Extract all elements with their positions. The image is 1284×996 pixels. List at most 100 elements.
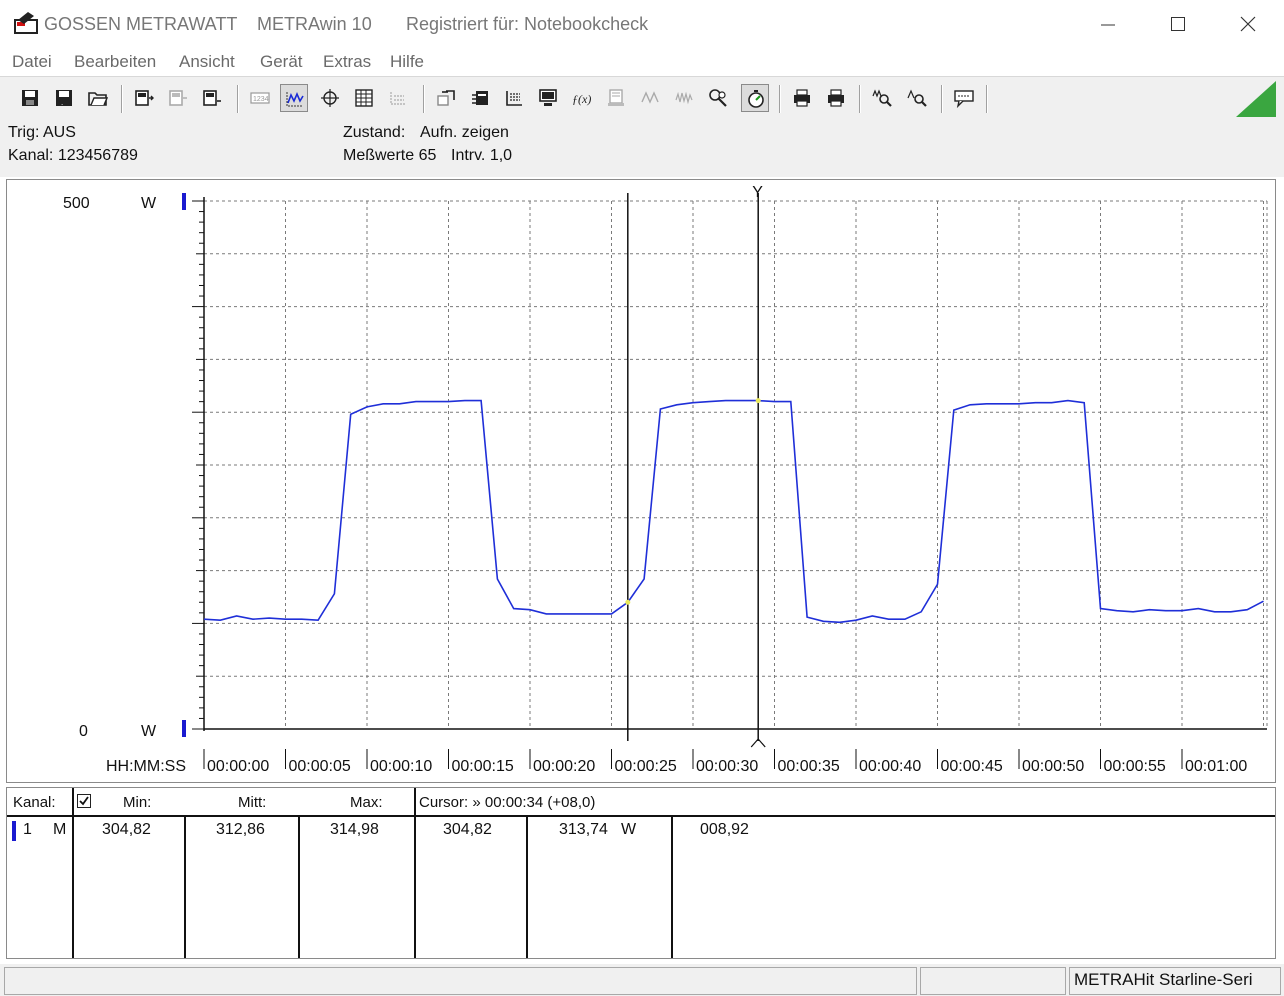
list-view-button[interactable]: [384, 84, 412, 112]
noise-disabled-icon: [675, 91, 693, 105]
x-tick-label: 00:00:00: [207, 758, 269, 775]
wave-button[interactable]: [636, 84, 664, 112]
row-mode: M: [53, 821, 67, 838]
chart-panel[interactable]: 500 W 0 W HH:MM:SS 00:00:00 00:00:05 00:00…: [6, 179, 1276, 783]
row-unit: W: [621, 821, 637, 838]
toolbar-separator: [237, 85, 239, 113]
header-min: Min:: [123, 794, 152, 811]
x-tick-label: 00:00:50: [1022, 758, 1084, 775]
device-print-disabled-icon: [608, 89, 624, 106]
power-chart[interactable]: 500 W 0 W HH:MM:SS 00:00:00 00:00:05 00:00…: [7, 180, 1275, 782]
chart-view-button[interactable]: [280, 84, 308, 112]
trigger-status: Trig: AUS: [8, 124, 76, 141]
interval-value: Intrv. 1,0: [451, 147, 513, 164]
timer-button[interactable]: [741, 84, 769, 112]
row-mitt: 312,86: [216, 821, 265, 838]
device-read-button[interactable]: [130, 84, 158, 112]
channel-color-marker: [12, 821, 16, 841]
column-divider: [526, 817, 528, 958]
zoom-wave-icon: [872, 89, 892, 107]
cursor-point: [755, 398, 761, 404]
open-button[interactable]: [84, 84, 112, 112]
function-icon: ƒ(x): [572, 92, 591, 106]
menu-hilfe[interactable]: Hilfe: [390, 52, 424, 72]
tools-button[interactable]: [704, 84, 732, 112]
y-unit-top: W: [141, 195, 157, 212]
row-channel: 1: [23, 821, 32, 838]
sample-count: Meßwerte 65: [343, 147, 437, 164]
cursor-point: [625, 599, 631, 605]
table-view-button[interactable]: [350, 84, 378, 112]
power-series-line: [203, 399, 1264, 624]
menu-bearbeiten[interactable]: Bearbeiten: [74, 52, 156, 72]
svg-text:.: .: [61, 98, 63, 107]
device-config-button[interactable]: [164, 84, 192, 112]
memory-button[interactable]: [466, 84, 494, 112]
status-device: METRAHit Starline-Seri: [1069, 967, 1281, 995]
menu-geraet[interactable]: Gerät: [260, 52, 303, 72]
transfer-icon: [437, 90, 455, 106]
window-registered: Registriert für: Notebookcheck: [406, 14, 649, 34]
header-cursor: Cursor: » 00:00:34 (+08,0): [419, 794, 596, 811]
header-divider: [7, 815, 1275, 817]
printer-icon: [794, 89, 810, 107]
column-divider: [184, 817, 186, 958]
menu-bar: Datei Bearbeiten Ansicht Gerät Extras Hi…: [0, 48, 1284, 76]
toolbar: . 1234 ƒ(x): [0, 76, 1284, 122]
tools-icon: [709, 89, 727, 107]
formula-button[interactable]: ƒ(x): [568, 84, 596, 112]
print-device-button[interactable]: [602, 84, 630, 112]
computer-icon: [539, 89, 557, 106]
print-preview-button[interactable]: [788, 84, 816, 112]
x-tick-label: 00:00:10: [370, 758, 432, 775]
toolbar-separator: [941, 85, 943, 113]
comment-button[interactable]: [950, 84, 978, 112]
metrawin-logo-icon: [14, 12, 38, 34]
column-divider: [298, 817, 300, 958]
device-disabled-icon: [169, 90, 187, 106]
row-difference: 008,92: [700, 821, 749, 838]
save-button[interactable]: [16, 84, 44, 112]
x-tick-label: 00:00:55: [1104, 758, 1166, 775]
device-send-button[interactable]: [198, 84, 226, 112]
status-pane-middle: [920, 967, 1066, 995]
x-tick-label: 00:00:40: [859, 758, 921, 775]
zoom-out-button[interactable]: [903, 84, 931, 112]
crosshair-icon: [321, 89, 339, 107]
menu-datei[interactable]: Datei: [12, 52, 52, 72]
settings-grid-button[interactable]: [500, 84, 528, 112]
maximize-button[interactable]: [1148, 0, 1208, 48]
minimize-button[interactable]: [1078, 0, 1138, 48]
x-tick-label: 00:00:15: [452, 758, 514, 775]
computer-button[interactable]: [534, 84, 562, 112]
state-label: Zustand:: [343, 124, 406, 141]
close-button[interactable]: [1218, 0, 1278, 48]
title-bar: GOSSEN METRAWATT METRAwin 10 Registriert…: [0, 0, 1284, 48]
print-button[interactable]: [822, 84, 850, 112]
column-divider: [671, 817, 673, 958]
cursor-button[interactable]: [316, 84, 344, 112]
channel-list: Kanal: 123456789: [8, 147, 138, 164]
status-triangle-icon: [1236, 81, 1276, 117]
channel-checkbox[interactable]: [77, 794, 92, 809]
numeric-view-button[interactable]: 1234: [246, 84, 274, 112]
y-unit-bottom: W: [141, 723, 157, 740]
column-divider: [72, 788, 74, 958]
zoom-in-button[interactable]: [868, 84, 896, 112]
svg-text:ƒ(x): ƒ(x): [572, 92, 591, 106]
x-tick-label: 00:00:35: [778, 758, 840, 775]
row-cursor-value-2: 313,74: [559, 821, 608, 838]
save-icon: [22, 90, 38, 106]
close-icon: [1240, 16, 1256, 32]
toolbar-separator: [859, 85, 861, 113]
folder-open-icon: [88, 92, 108, 106]
transfer-button[interactable]: [432, 84, 460, 112]
noise-button[interactable]: [670, 84, 698, 112]
row-min: 304,82: [102, 821, 151, 838]
save-as-button[interactable]: .: [50, 84, 78, 112]
x-tick-label: 00:01:00: [1185, 758, 1247, 775]
cursor-label: Y: [752, 184, 763, 201]
menu-extras[interactable]: Extras: [323, 52, 371, 72]
menu-ansicht[interactable]: Ansicht: [179, 52, 235, 72]
header-mitt: Mitt:: [238, 794, 267, 811]
